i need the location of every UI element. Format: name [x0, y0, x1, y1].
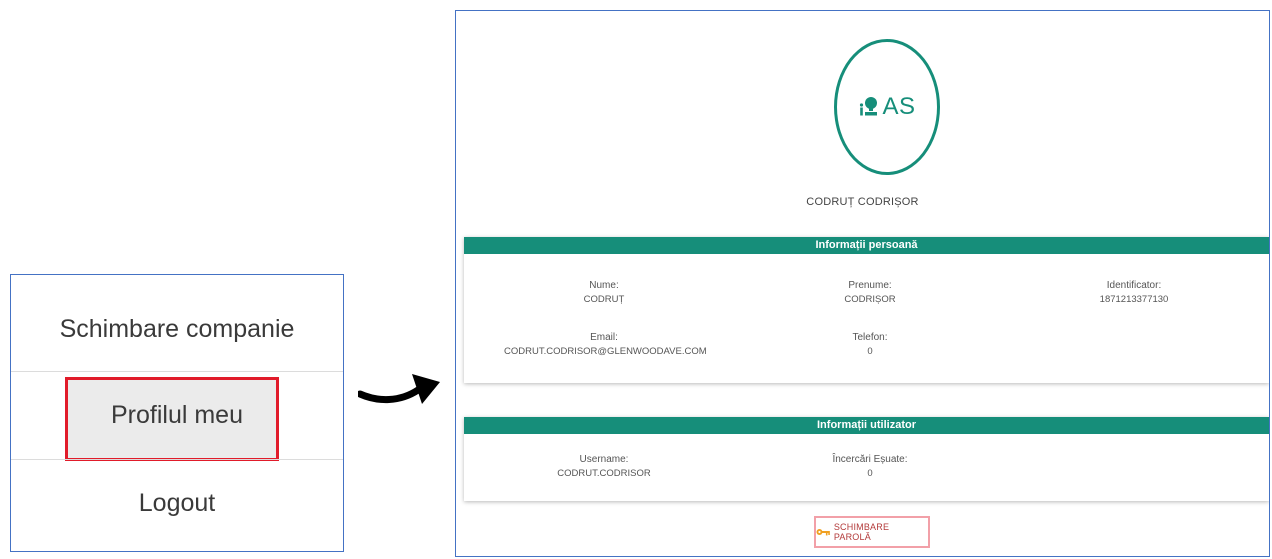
- person-pin-icon: [860, 97, 878, 116]
- field-nume: Nume: CODRUȚ: [504, 279, 704, 307]
- curved-arrow-icon: [358, 374, 440, 404]
- field-label: Încercări Eșuate:: [832, 454, 908, 465]
- field-prenume: Prenume: CODRIȘOR: [770, 279, 970, 307]
- field-label: Nume:: [589, 280, 619, 291]
- field-value: CODRUT.CODRISOR: [557, 468, 651, 479]
- field-telefon: Telefon: 0: [770, 331, 970, 359]
- field-value: 1871213377130: [1099, 294, 1169, 305]
- change-password-label: SCHIMBARE PAROLĂ: [833, 522, 890, 542]
- field-label: Username:: [579, 454, 629, 465]
- profile-full-name: CODRUȚ CODRIȘOR: [806, 196, 919, 208]
- field-label: Prenume:: [848, 280, 892, 291]
- field-value: CODRUȚ: [583, 294, 625, 305]
- user-dropdown-menu: Schimbare companie Profilul meu Logout: [10, 274, 344, 552]
- avatar: AS: [834, 39, 940, 175]
- personal-info-card: Informații persoană Nume: CODRUȚ Prenume…: [464, 237, 1269, 383]
- field-value: 0: [867, 468, 873, 479]
- menu-divider: [11, 459, 343, 460]
- profile-page: AS CODRUȚ CODRIȘOR Informații persoană N…: [455, 10, 1270, 557]
- user-info-header: Informații utilizator: [464, 417, 1269, 434]
- field-label: Telefon:: [852, 332, 888, 343]
- field-email: Email: CODRUT.CODRISOR@GLENWOODAVE.COM: [504, 331, 707, 359]
- avatar-initials: AS: [882, 93, 916, 120]
- menu-divider: [11, 371, 343, 372]
- menu-item-profilul-meu[interactable]: Profilul meu: [11, 401, 343, 430]
- field-label: Email:: [590, 332, 618, 343]
- user-info-card: Informații utilizator Username: CODRUT.C…: [464, 417, 1269, 501]
- menu-item-logout[interactable]: Logout: [11, 489, 343, 518]
- menu-item-schimbare-companie[interactable]: Schimbare companie: [11, 315, 343, 344]
- change-password-button[interactable]: SCHIMBARE PAROLĂ: [814, 516, 930, 548]
- field-label: Identificator:: [1106, 280, 1162, 291]
- field-value: CODRIȘOR: [844, 294, 896, 305]
- key-icon: [816, 529, 830, 536]
- field-value: 0: [867, 346, 873, 357]
- field-value: CODRUT.CODRISOR@GLENWOODAVE.COM: [504, 346, 707, 357]
- field-username: Username: CODRUT.CODRISOR: [504, 453, 704, 481]
- field-incercari-esuate: Încercări Eșuate: 0: [770, 453, 970, 481]
- personal-info-header: Informații persoană: [464, 237, 1269, 254]
- field-identificator: Identificator: 1871213377130: [1034, 279, 1234, 307]
